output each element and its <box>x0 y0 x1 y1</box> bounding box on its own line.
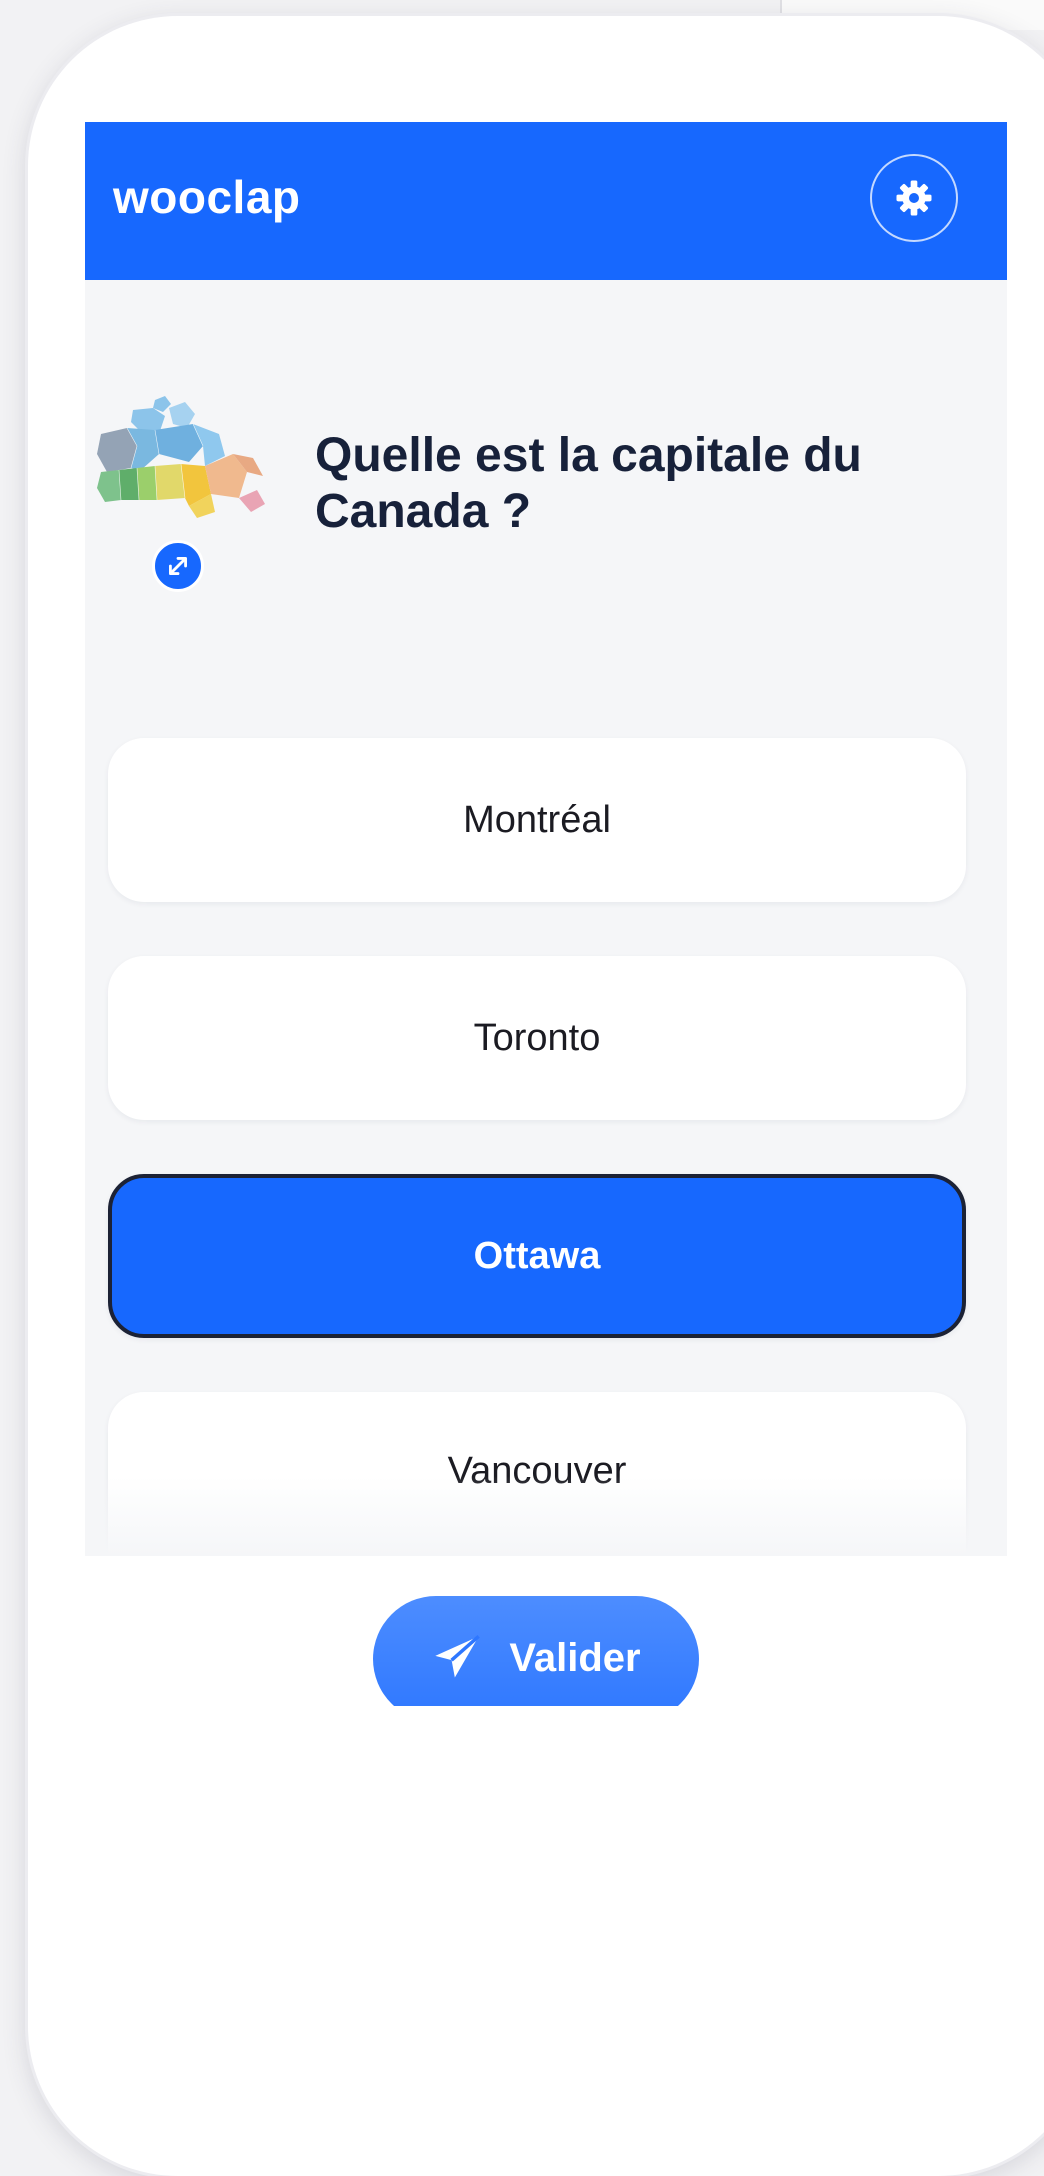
submit-label: Valider <box>509 1636 641 1680</box>
quiz-screen: wooclap Quelle est la capitale du Canada… <box>85 122 1007 1556</box>
answer-option-toronto[interactable]: Toronto <box>108 956 966 1120</box>
app-logo: wooclap <box>113 171 301 223</box>
answer-option-vancouver[interactable]: Vancouver <box>108 1392 966 1556</box>
top-bar: wooclap <box>85 122 1007 280</box>
submit-button[interactable]: Valider <box>373 1596 699 1706</box>
settings-button[interactable] <box>870 154 958 242</box>
question-text: Quelle est la capitale du Canada ? <box>315 429 862 538</box>
canada-map-image <box>97 396 265 518</box>
footer-bar: Valider <box>85 1556 1007 1706</box>
expand-icon <box>169 557 187 575</box>
answer-option-ottawa[interactable]: Ottawa <box>108 1174 966 1338</box>
paper-plane-icon <box>435 1635 481 1678</box>
gear-icon <box>896 180 932 216</box>
answer-option-montreal[interactable]: Montréal <box>108 738 966 902</box>
question-image[interactable] <box>93 394 271 546</box>
expand-image-button[interactable] <box>152 540 204 592</box>
